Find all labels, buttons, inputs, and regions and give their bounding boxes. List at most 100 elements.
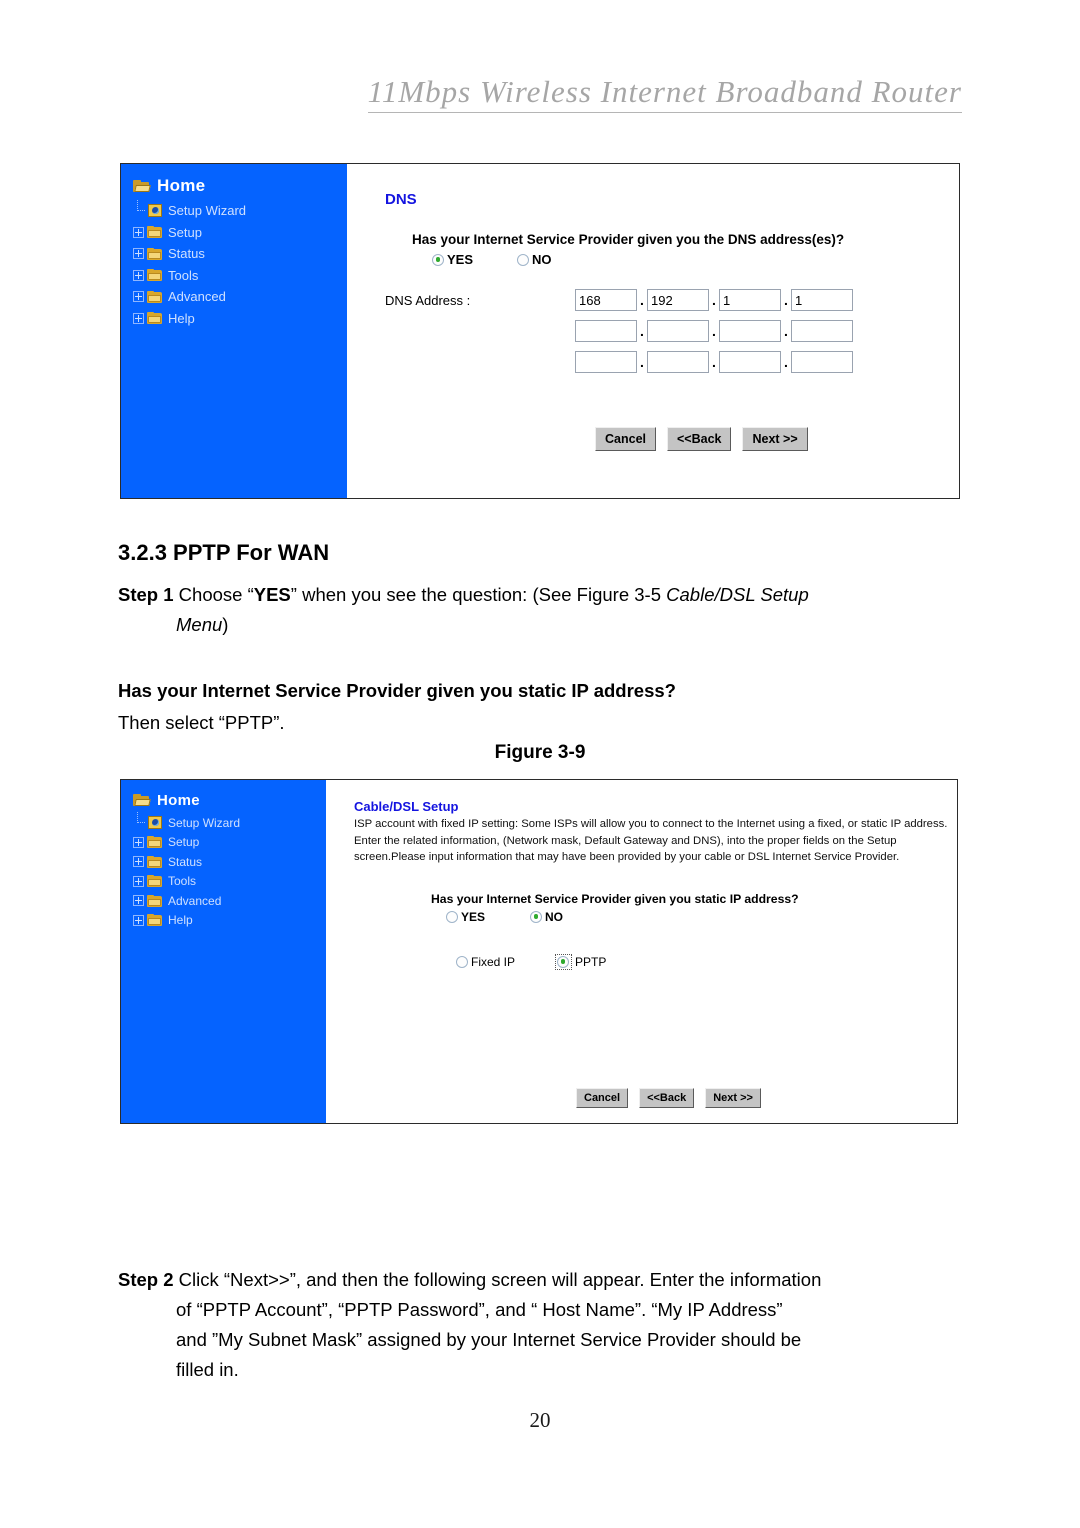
dns-octet-2-2[interactable] (647, 320, 709, 342)
step2-label: Step 2 (118, 1269, 174, 1290)
sidebar-home-label: Home (157, 792, 200, 809)
sidebar-home-item[interactable]: Home (121, 174, 347, 200)
cancel-button[interactable]: Cancel (576, 1088, 629, 1108)
dns-address-row-2: . . . (347, 320, 959, 342)
pptp-focus-outline (555, 953, 573, 970)
expand-plus-icon[interactable] (133, 895, 144, 907)
dns-octet-2-3[interactable] (719, 320, 781, 342)
sidebar-item-label: Status (168, 246, 205, 262)
sidebar-item-setup[interactable]: Setup (133, 222, 347, 244)
folder-icon (147, 894, 162, 907)
sidebar-item-help[interactable]: Help (133, 308, 347, 330)
sidebar-item-label: Tools (168, 267, 199, 283)
radio-unselected-icon[interactable] (446, 910, 458, 923)
dns-content-area: DNS Has your Internet Service Provider g… (347, 164, 959, 498)
page-section-heading: 3.2.3 PPTP For WAN (118, 540, 330, 565)
step2-line-3: and ”My Subnet Mask” assigned by your In… (176, 1329, 802, 1350)
step1-yes-emphasis: YES (253, 584, 291, 605)
sidebar-home-item[interactable]: Home (121, 790, 326, 813)
dns-radio-no[interactable]: NO (517, 252, 552, 267)
expand-plus-icon[interactable] (133, 226, 144, 238)
cable-question-text: Has your Internet Service Provider given… (431, 891, 799, 906)
back-button[interactable]: <<Back (667, 427, 732, 451)
cable-panel-title: Cable/DSL Setup (354, 799, 459, 814)
cable-button-row: Cancel <<Back Next >> (576, 1088, 761, 1108)
sidebar-item-label: Tools (168, 874, 197, 889)
octet-separator: . (784, 292, 788, 308)
connection-type-radio-group: Fixed IP PPTP (326, 924, 957, 970)
open-folder-icon (133, 179, 151, 193)
folder-icon (147, 914, 162, 927)
dns-radio-yes[interactable]: YES (432, 252, 473, 267)
dns-octet-3-1[interactable] (575, 351, 637, 373)
folder-icon (147, 875, 162, 888)
radio-fixed-ip[interactable]: Fixed IP (456, 955, 515, 969)
radio-selected-icon[interactable] (557, 955, 570, 968)
radio-selected-icon[interactable] (432, 253, 444, 266)
step1-text-b: ” when you see the question: (See Figure… (290, 584, 667, 605)
dns-octet-3-3[interactable] (719, 351, 781, 373)
sidebar-item-label: Setup (168, 835, 200, 850)
sidebar-item-label: Advanced (168, 893, 222, 908)
next-button[interactable]: Next >> (742, 427, 808, 451)
sidebar-item-tools[interactable]: Tools (133, 265, 347, 287)
dns-address-row-3: . . . (347, 351, 959, 373)
pptp-label: PPTP (575, 954, 607, 969)
cable-panel-description: ISP account with fixed IP setting: Some … (354, 818, 948, 863)
dns-octet-1-4[interactable] (791, 289, 853, 311)
dns-octet-2-1[interactable] (575, 320, 637, 342)
radio-pptp[interactable]: PPTP (555, 953, 607, 970)
sidebar-item-label: Setup Wizard (168, 203, 247, 219)
octet-separator: . (640, 354, 644, 370)
step1-italic-ref: Cable/DSL Setup (666, 584, 809, 605)
sidebar-item-label: Help (168, 310, 195, 326)
expand-plus-icon[interactable] (133, 856, 144, 868)
dns-octet-2-4[interactable] (791, 320, 853, 342)
radio-unselected-icon[interactable] (517, 253, 530, 266)
dns-address-row-1: DNS Address : . . . (347, 289, 959, 311)
fixed-ip-label: Fixed IP (471, 954, 516, 969)
octet-separator: . (712, 323, 716, 339)
sidebar-item-setup-wizard[interactable]: Setup Wizard (133, 812, 326, 833)
sidebar-item-status[interactable]: Status (133, 243, 347, 265)
radio-selected-icon[interactable] (530, 910, 543, 923)
expand-plus-icon[interactable] (133, 248, 144, 260)
dns-octet-3-4[interactable] (791, 351, 853, 373)
expand-plus-icon[interactable] (133, 312, 144, 324)
dns-question-text: Has your Internet Service Provider given… (412, 232, 845, 247)
dns-octet-1-3[interactable] (719, 289, 781, 311)
page-number: 20 (529, 1408, 551, 1432)
static-ip-question-heading: Has your Internet Service Provider given… (118, 680, 676, 701)
router-sidebar-cable: Home Setup Wizard Setup Status Tools Adv… (121, 780, 326, 1123)
sidebar-item-help[interactable]: Help (133, 911, 326, 931)
cable-radio-no[interactable]: NO (530, 910, 563, 924)
octet-separator: . (640, 323, 644, 339)
sidebar-item-tools[interactable]: Tools (133, 872, 326, 892)
expand-plus-icon[interactable] (133, 914, 144, 926)
sidebar-item-label: Setup Wizard (168, 815, 241, 830)
dns-octet-1-1[interactable] (575, 289, 637, 311)
sidebar-item-advanced[interactable]: Advanced (133, 891, 326, 911)
sidebar-item-advanced[interactable]: Advanced (133, 286, 347, 308)
dns-octet-3-2[interactable] (647, 351, 709, 373)
folder-icon (147, 269, 162, 282)
expand-plus-icon[interactable] (133, 291, 144, 303)
dns-radio-no-label: NO (532, 252, 552, 267)
cancel-button[interactable]: Cancel (595, 427, 656, 451)
dns-address-block: DNS Address : . . . . . . (347, 267, 959, 373)
radio-unselected-icon[interactable] (456, 955, 468, 968)
expand-plus-icon[interactable] (133, 269, 144, 281)
dns-octet-1-2[interactable] (647, 289, 709, 311)
cable-radio-yes[interactable]: YES (446, 910, 485, 924)
expand-plus-icon[interactable] (133, 836, 144, 848)
sidebar-item-status[interactable]: Status (133, 852, 326, 872)
dns-setup-screenshot: Home Setup Wizard Setup Status Tools Adv… (120, 163, 960, 499)
step2-line-2: of “PPTP Account”, “PPTP Password”, and … (176, 1299, 783, 1320)
octet-separator: . (784, 354, 788, 370)
next-button[interactable]: Next >> (705, 1088, 761, 1108)
sidebar-tree-cable: Setup Wizard Setup Status Tools Advanced… (121, 812, 326, 931)
expand-plus-icon[interactable] (133, 875, 144, 887)
sidebar-item-setup[interactable]: Setup (133, 833, 326, 853)
back-button[interactable]: <<Back (639, 1088, 695, 1108)
sidebar-item-setup-wizard[interactable]: Setup Wizard (133, 200, 347, 222)
